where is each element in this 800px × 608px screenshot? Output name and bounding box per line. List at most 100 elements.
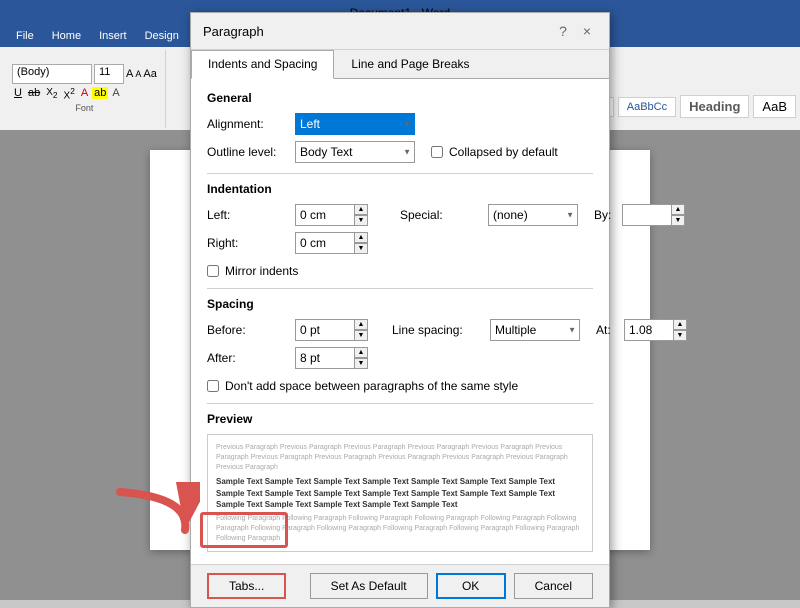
font-grow-icon[interactable]: A [126,68,133,80]
tab-line-breaks[interactable]: Line and Page Breaks [334,50,486,78]
menu-insert[interactable]: Insert [91,28,135,44]
mirror-checkbox[interactable] [207,265,219,277]
spacing-divider [207,403,593,404]
strikethrough-icon[interactable]: ab [26,87,42,99]
spacing-before-label: Before: [207,323,287,337]
line-spacing-select[interactable]: Multiple Single 1.5 lines Double At leas… [490,319,580,341]
subscript-icon[interactable]: X2 [44,87,59,100]
collapsed-label: Collapsed by default [449,145,558,159]
spacing-before-after: Before: ▲ ▼ After: ▲ [207,319,368,375]
superscript-icon[interactable]: X2 [62,86,77,101]
outline-level-select-wrapper: Body Text Level 1 Level 2 [295,141,415,163]
font-name-box[interactable]: (Body) [12,64,92,84]
underline-icon[interactable]: U [12,87,24,99]
spacing-after-label: After: [207,351,287,365]
dont-add-checkbox[interactable] [207,380,219,392]
mirror-row: Mirror indents [207,264,593,278]
by-spinner-btns: ▲ ▼ [671,204,685,226]
font-color-icon[interactable]: A [79,87,90,99]
style-heading-plain[interactable]: Heading [680,95,749,118]
font-name-row: (Body) 11 A A Aa [12,64,157,84]
indent-right-down[interactable]: ▼ [354,243,368,254]
spacing-after-input[interactable] [295,347,355,369]
spacing-after-spinner-btns: ▲ ▼ [354,347,368,369]
footer-left: Tabs... [207,573,286,599]
font-case-icon[interactable]: Aa [143,68,156,80]
indent-left-down[interactable]: ▼ [354,215,368,226]
dont-add-row: Don't add space between paragraphs of th… [207,379,593,393]
outline-level-select[interactable]: Body Text Level 1 Level 2 [295,141,415,163]
by-label: By: [594,208,614,222]
indent-left-up[interactable]: ▲ [354,204,368,215]
dialog-tab-bar: Indents and Spacing Line and Page Breaks [191,50,609,79]
menu-design[interactable]: Design [137,28,187,44]
indent-right-spinner: ▲ ▼ [295,232,368,254]
menu-file[interactable]: File [8,28,42,44]
at-up[interactable]: ▲ [673,319,687,330]
tabs-button[interactable]: Tabs... [207,573,286,599]
alignment-select[interactable]: Left Center Right Justified [295,113,415,135]
general-divider [207,173,593,174]
dont-add-label: Don't add space between paragraphs of th… [225,379,518,393]
spacing-before-spinner-btns: ▲ ▼ [354,319,368,341]
dialog-title: Paragraph [203,24,264,39]
spacing-before-down[interactable]: ▼ [354,330,368,341]
font-effects-icon[interactable]: A [110,87,121,99]
spacing-after-up[interactable]: ▲ [354,347,368,358]
indent-left-spinner-btns: ▲ ▼ [354,204,368,226]
by-down[interactable]: ▼ [671,215,685,226]
tab-indents-spacing[interactable]: Indents and Spacing [191,50,334,79]
spacing-after-down[interactable]: ▼ [354,358,368,369]
spacing-before-row: Before: ▲ ▼ [207,319,368,341]
set-as-default-button[interactable]: Set As Default [310,573,428,599]
paragraph-dialog: Paragraph ? × Indents and Spacing Line a… [190,12,610,608]
at-label: At: [596,323,616,337]
spacing-after-row: After: ▲ ▼ [207,347,368,369]
indent-right-up[interactable]: ▲ [354,232,368,243]
indent-left-input[interactable] [295,204,355,226]
collapsed-checkbox[interactable] [431,146,443,158]
dialog-titlebar: Paragraph ? × [191,13,609,50]
outline-level-label: Outline level: [207,145,287,159]
indent-left-spinner: ▲ ▼ [295,204,368,226]
style-title[interactable]: AaB [753,95,796,118]
dialog-footer: Tabs... Set As Default OK Cancel [191,564,609,607]
style-heading2[interactable]: AaBbCc [618,97,676,117]
outline-level-row: Outline level: Body Text Level 1 Level 2… [207,141,593,163]
dialog-body: General Alignment: Left Center Right Jus… [191,79,609,564]
dialog-help-button[interactable]: ? [553,21,573,41]
highlight-icon[interactable]: ab [92,87,108,99]
indent-right-input[interactable] [295,232,355,254]
indent-right-row: Right: ▲ ▼ [207,232,368,254]
by-input[interactable] [622,204,672,226]
general-section-label: General [207,91,593,105]
preview-section-label: Preview [207,412,593,426]
menu-home[interactable]: Home [44,28,89,44]
at-spinner: ▲ ▼ [624,319,687,341]
alignment-row: Alignment: Left Center Right Justified [207,113,593,135]
by-up[interactable]: ▲ [671,204,685,215]
font-size-box[interactable]: 11 [94,64,124,84]
preview-box: Previous Paragraph Previous Paragraph Pr… [207,434,593,552]
indentation-content: Left: ▲ ▼ Right: ▲ [207,204,593,260]
alignment-label: Alignment: [207,117,287,131]
font-controls: (Body) 11 A A Aa U ab X2 X2 A ab A [12,64,157,101]
dialog-controls: ? × [553,21,597,41]
preview-sample: Sample Text Sample Text Sample Text Samp… [216,476,584,510]
font-shrink-icon[interactable]: A [135,69,141,79]
spacing-before-input[interactable] [295,319,355,341]
indent-special: Special: (none) First line Hanging By: ▲ [400,204,685,232]
ok-button[interactable]: OK [436,573,506,599]
collapsed-row: Collapsed by default [431,145,558,159]
by-spinner: ▲ ▼ [622,204,685,226]
at-input[interactable] [624,319,674,341]
font-group-label: Font [75,103,93,113]
special-select[interactable]: (none) First line Hanging [488,204,578,226]
cancel-button[interactable]: Cancel [514,573,593,599]
spacing-before-up[interactable]: ▲ [354,319,368,330]
at-down[interactable]: ▼ [673,330,687,341]
dialog-close-button[interactable]: × [577,21,597,41]
preview-prev-para: Previous Paragraph Previous Paragraph Pr… [216,443,584,472]
special-select-wrapper: (none) First line Hanging [488,204,578,226]
indent-right-spinner-btns: ▲ ▼ [354,232,368,254]
